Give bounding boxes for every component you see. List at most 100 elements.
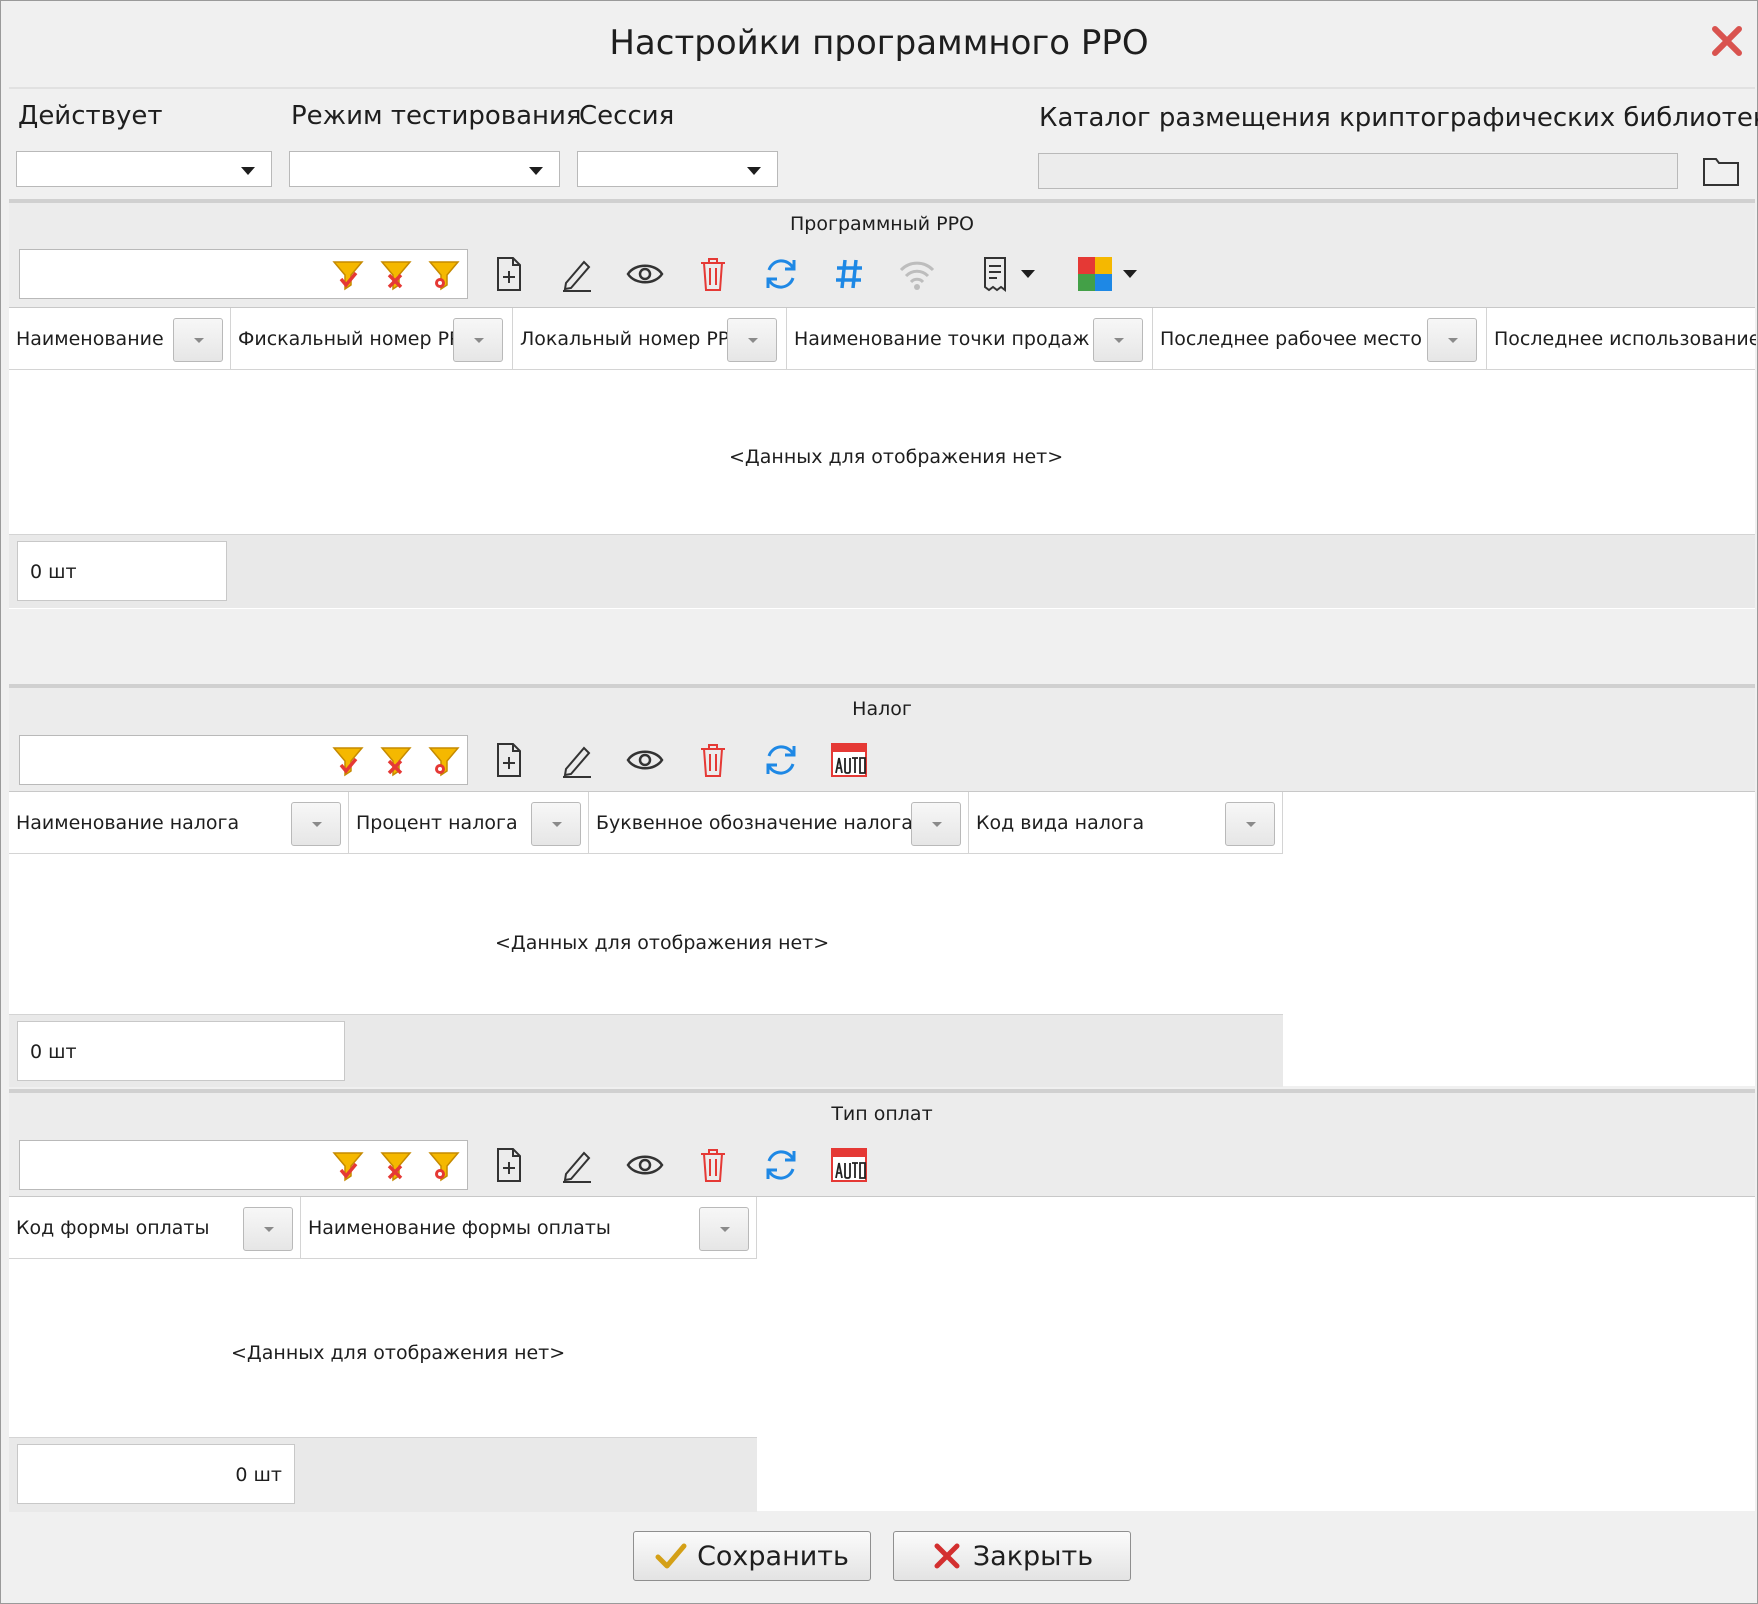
trash-icon [701, 258, 725, 291]
filter-settings-icon[interactable] [428, 259, 460, 293]
edit-button[interactable] [557, 738, 597, 782]
empty-grid-message: <Данных для отображения нет> [729, 446, 1064, 468]
column-filter-button[interactable] [1093, 318, 1143, 362]
rro-panel-caption: Программный РРО [789, 213, 974, 235]
tax-grid: Наименование налога Процент налога Букве… [9, 791, 1283, 1087]
rro-search-input[interactable] [19, 249, 468, 299]
column-filter-button[interactable] [727, 318, 777, 362]
column-header[interactable]: Код формы оплаты [9, 1197, 301, 1259]
filter-settings-icon[interactable] [428, 1150, 460, 1184]
delete-button[interactable] [693, 738, 733, 782]
column-label: Буквенное обозначение налога [596, 812, 912, 834]
column-label: Наименование налога [16, 812, 240, 834]
column-header[interactable]: Последнее рабочее место [1153, 308, 1487, 370]
rro-grid-footer: 0 шт [9, 534, 1755, 608]
crypto-dir-label: Каталог размещения криптографических биб… [1039, 103, 1758, 133]
column-filter-button[interactable] [1427, 318, 1477, 362]
calendar-auto-icon [831, 1148, 867, 1182]
settings-window: Настройки программного РРО Действует Реж… [0, 0, 1758, 1604]
record-count: 0 шт [17, 1444, 295, 1504]
add-document-icon [497, 743, 521, 777]
column-filter-button[interactable] [699, 1207, 749, 1251]
column-header[interactable]: Наименование формы оплаты [301, 1197, 757, 1259]
filter-clear-icon[interactable] [380, 745, 412, 779]
color-menu-button[interactable] [1075, 252, 1151, 296]
filter-settings-icon[interactable] [428, 745, 460, 779]
column-filter-button[interactable] [453, 318, 503, 362]
column-label: Фискальный номер РР [238, 328, 456, 350]
column-header[interactable]: Код вида налога [969, 792, 1283, 854]
folder-icon[interactable] [1701, 151, 1741, 189]
active-combo[interactable] [16, 151, 272, 187]
column-filter-button[interactable] [243, 1207, 293, 1251]
record-count: 0 шт [17, 1021, 345, 1081]
color-palette-icon [1078, 257, 1112, 291]
hash-icon [836, 259, 862, 289]
column-header[interactable]: Локальный номер РРО [513, 308, 787, 370]
payment-grid-header: Код формы оплаты Наименование формы опла… [9, 1197, 757, 1259]
column-header[interactable]: Буквенное обозначение налога [589, 792, 969, 854]
edit-button[interactable] [557, 252, 597, 296]
column-header[interactable]: Наименование [9, 308, 231, 370]
delete-button[interactable] [693, 1143, 733, 1187]
column-label: Наименование [16, 328, 164, 350]
pencil-icon [563, 260, 591, 292]
column-header[interactable]: Наименование точки продаж [787, 308, 1153, 370]
filter-apply-icon[interactable] [332, 1150, 364, 1184]
chevron-down-icon [1021, 270, 1035, 278]
trash-icon [701, 744, 725, 777]
auto-fill-button[interactable] [829, 738, 869, 782]
active-label: Действует [18, 101, 163, 131]
dropdown-arrow-icon[interactable] [241, 167, 255, 175]
test-mode-label: Режим тестирования [291, 101, 582, 131]
column-filter-button[interactable] [291, 802, 341, 846]
column-filter-button[interactable] [1225, 802, 1275, 846]
rro-grid-header: Наименование Фискальный номер РР Локальн… [9, 308, 1756, 370]
column-filter-button[interactable] [173, 318, 223, 362]
save-button-label: Сохранить [697, 1540, 849, 1572]
column-header[interactable]: Последнее использование [1487, 308, 1756, 370]
edit-button[interactable] [557, 1143, 597, 1187]
save-button[interactable]: Сохранить [633, 1531, 871, 1581]
session-label: Сессия [579, 101, 675, 131]
column-label: Последнее использование [1494, 328, 1756, 350]
number-button[interactable] [829, 252, 869, 296]
add-button[interactable] [489, 738, 529, 782]
crypto-dir-field[interactable] [1038, 153, 1678, 189]
auto-fill-button[interactable] [829, 1143, 869, 1187]
add-button[interactable] [489, 1143, 529, 1187]
column-header[interactable]: Процент налога [349, 792, 589, 854]
refresh-button[interactable] [761, 1143, 801, 1187]
close-icon[interactable] [1709, 23, 1745, 59]
payment-search-input[interactable] [19, 1140, 468, 1190]
filter-apply-icon[interactable] [332, 745, 364, 779]
test-mode-combo[interactable] [289, 151, 560, 187]
filter-clear-icon[interactable] [380, 259, 412, 293]
tax-search-input[interactable] [19, 735, 468, 785]
view-button[interactable] [625, 1143, 665, 1187]
view-button[interactable] [625, 252, 665, 296]
rro-panel: Программный РРО Наименование Фискальный … [9, 199, 1756, 609]
filter-clear-icon[interactable] [380, 1150, 412, 1184]
report-menu-button[interactable] [975, 252, 1045, 296]
column-header[interactable]: Наименование налога [9, 792, 349, 854]
payment-grid-empty-area [757, 1196, 1755, 1511]
receipt-icon [984, 257, 1006, 292]
column-filter-button[interactable] [911, 802, 961, 846]
refresh-button[interactable] [761, 738, 801, 782]
filter-apply-icon[interactable] [332, 259, 364, 293]
tax-grid-empty-area [1283, 791, 1755, 1086]
connection-button[interactable] [897, 252, 937, 296]
close-button[interactable]: Закрыть [893, 1531, 1131, 1581]
dropdown-arrow-icon[interactable] [747, 167, 761, 175]
session-combo[interactable] [577, 151, 778, 187]
column-header[interactable]: Фискальный номер РР [231, 308, 513, 370]
dropdown-arrow-icon[interactable] [529, 167, 543, 175]
column-label: Наименование формы оплаты [308, 1217, 611, 1239]
add-button[interactable] [489, 252, 529, 296]
eye-icon [626, 1155, 664, 1175]
column-filter-button[interactable] [531, 802, 581, 846]
delete-button[interactable] [693, 252, 733, 296]
refresh-button[interactable] [761, 252, 801, 296]
view-button[interactable] [625, 738, 665, 782]
